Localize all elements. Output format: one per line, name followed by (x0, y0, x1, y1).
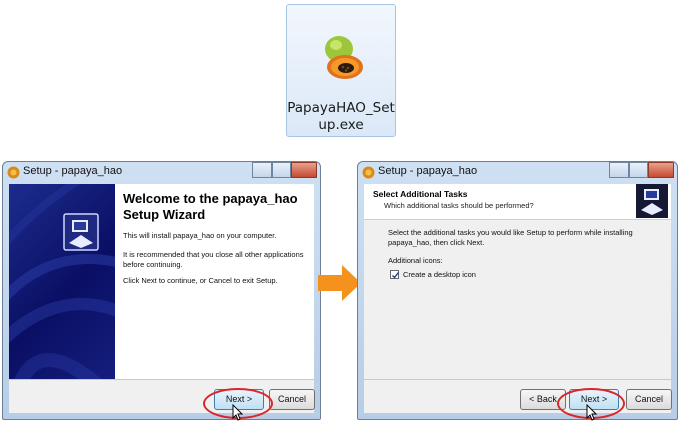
page-title: Select Additional Tasks (373, 189, 468, 199)
welcome-heading: Welcome to the papaya_hao Setup Wizard (123, 191, 298, 222)
continue-text: Click Next to continue, or Cancel to exi… (123, 276, 278, 285)
cursor-icon (586, 404, 598, 421)
window-client: Select Additional Tasks Which additional… (364, 184, 672, 413)
recommend-text: It is recommended that you close all oth… (123, 250, 304, 269)
install-text: This will install papaya_hao on your com… (123, 231, 277, 240)
cursor-icon (232, 404, 244, 421)
page-subtitle: Which additional tasks should be perform… (384, 201, 534, 210)
setup-window-tasks: Setup - papaya_hao Select Additional Tas… (357, 161, 678, 420)
wizard-banner (9, 184, 115, 380)
window-title: Setup - papaya_hao (378, 165, 478, 177)
welcome-panel: Welcome to the papaya_hao Setup Wizard T… (115, 184, 314, 380)
file-name: PapayaHAO_Set up.exe (287, 100, 395, 133)
window-titlebar[interactable]: Setup - papaya_hao (358, 162, 677, 184)
desktop-file-icon[interactable]: PapayaHAO_Set up.exe (286, 4, 396, 137)
instruction-text: Select the additional tasks you would li… (388, 228, 633, 247)
page-header: Select Additional Tasks Which additional… (364, 184, 671, 220)
desktop-icon-checkbox[interactable] (390, 270, 400, 279)
window-title: Setup - papaya_hao (23, 165, 123, 177)
maximize-button[interactable] (272, 162, 291, 178)
minimize-button[interactable] (609, 162, 629, 178)
wizard-footer: < Back Next > Cancel (364, 379, 672, 413)
cancel-button[interactable]: Cancel (626, 389, 672, 410)
computer-box-icon (63, 213, 99, 251)
close-button[interactable] (291, 162, 317, 178)
minimize-button[interactable] (252, 162, 272, 178)
maximize-button[interactable] (629, 162, 648, 178)
setup-icon (362, 166, 375, 179)
papaya-icon (325, 36, 363, 79)
cancel-button[interactable]: Cancel (269, 389, 315, 410)
group-label: Additional icons: (388, 256, 443, 265)
window-titlebar[interactable]: Setup - papaya_hao (3, 162, 320, 184)
close-button[interactable] (648, 162, 674, 178)
computer-box-icon (636, 184, 668, 218)
check-icon (392, 272, 400, 279)
checkbox-label[interactable]: Create a desktop icon (403, 270, 476, 280)
window-client: Welcome to the papaya_hao Setup Wizard T… (9, 184, 315, 413)
setup-icon (7, 166, 20, 179)
setup-window-welcome: Setup - papaya_hao Welcome to the papaya… (2, 161, 321, 420)
banner-pattern (9, 184, 115, 380)
arrow-right-icon (318, 265, 361, 301)
